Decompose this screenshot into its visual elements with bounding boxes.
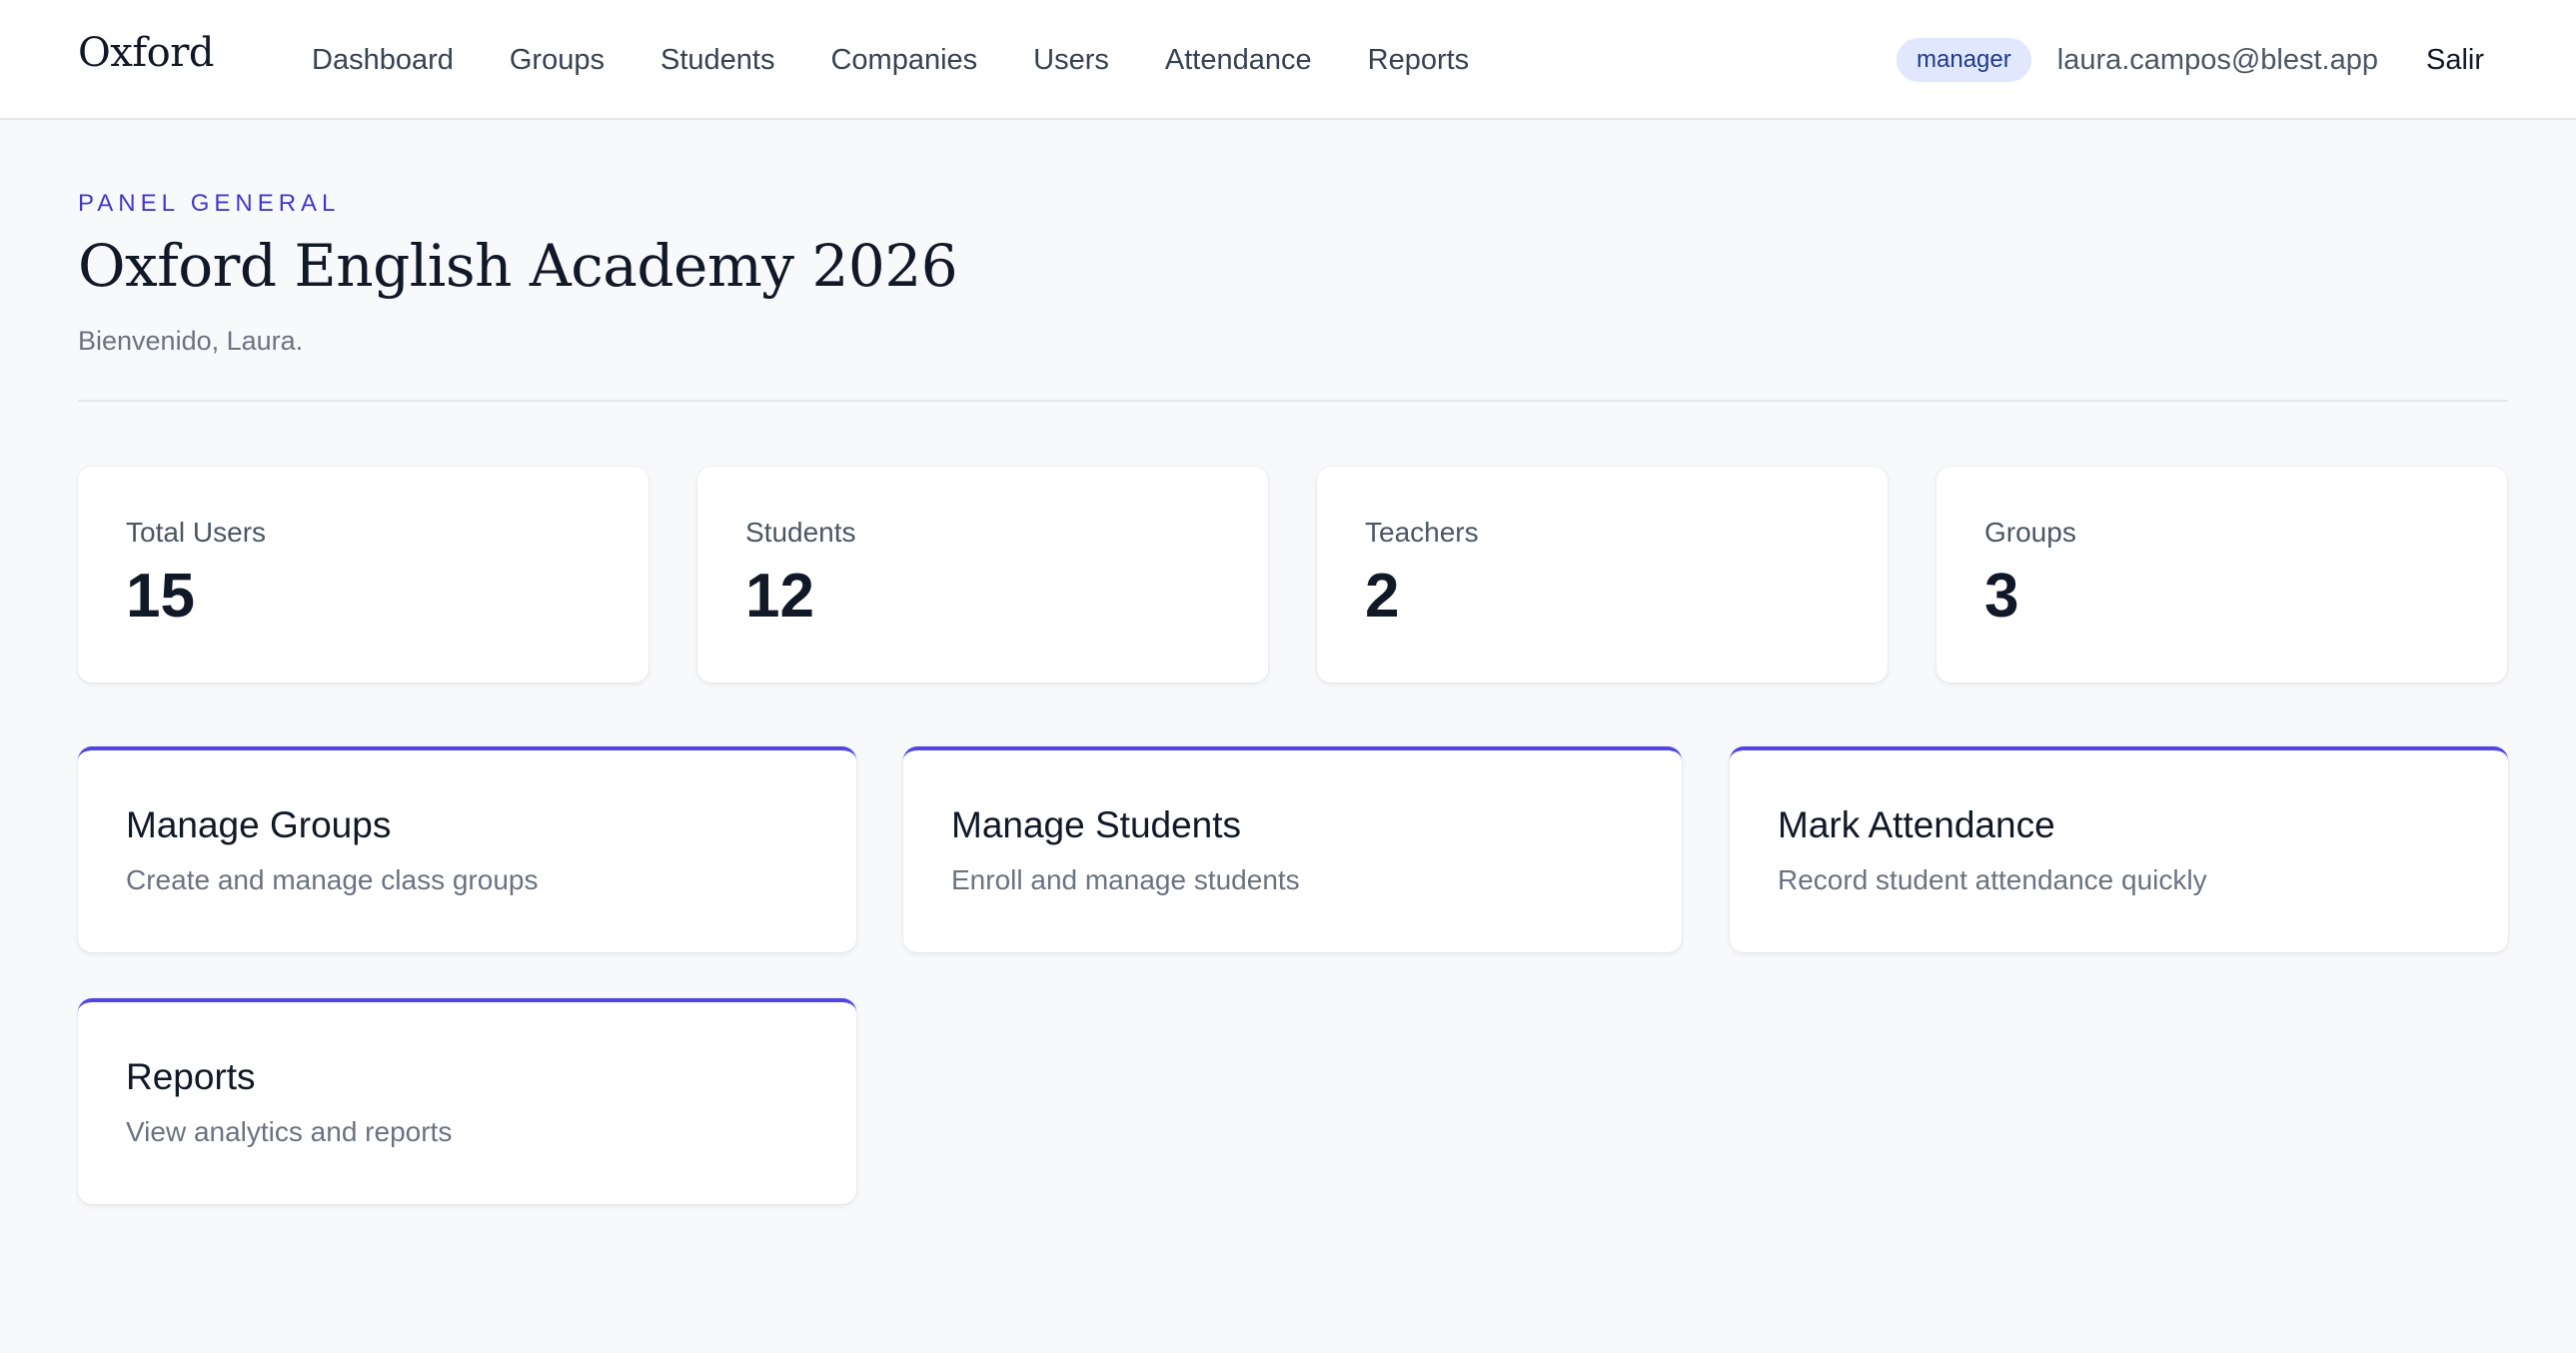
stat-card-teachers: Teachers 2 (1317, 467, 1888, 682)
nav-reports[interactable]: Reports (1368, 44, 1470, 77)
divider (78, 400, 2508, 402)
action-description: Create and manage class groups (126, 864, 539, 895)
nav-attendance[interactable]: Attendance (1165, 44, 1312, 77)
main-nav: Dashboard Groups Students Companies User… (312, 0, 1525, 120)
nav-companies[interactable]: Companies (830, 44, 977, 77)
action-title: Mark Attendance (1778, 804, 2055, 845)
welcome-text: Bienvenido, Laura. (78, 326, 304, 356)
stat-label: Students (745, 517, 856, 548)
brand-logo[interactable]: Oxford (78, 30, 214, 76)
stat-value: 15 (126, 562, 195, 631)
stat-card-students: Students 12 (697, 467, 1268, 682)
action-description: Enroll and manage students (951, 864, 1300, 895)
stat-label: Teachers (1365, 517, 1479, 548)
action-title: Manage Groups (126, 804, 392, 845)
stat-value: 2 (1365, 562, 1400, 631)
stat-card-groups: Groups 3 (1936, 467, 2507, 682)
manage-groups-card[interactable]: Manage Groups Create and manage class gr… (78, 746, 856, 952)
user-area: manager laura.campos@blest.app Salir (1897, 0, 2484, 120)
manage-students-card[interactable]: Manage Students Enroll and manage studen… (903, 746, 1682, 952)
stat-value: 12 (745, 562, 814, 631)
page-title: Oxford English Academy 2026 (78, 232, 958, 300)
nav-groups[interactable]: Groups (510, 44, 605, 77)
page-eyebrow: PANEL GENERAL (78, 190, 341, 217)
nav-users[interactable]: Users (1033, 44, 1109, 77)
user-email: laura.campos@blest.app (2056, 43, 2378, 76)
action-description: View analytics and reports (126, 1116, 453, 1147)
stat-value: 3 (1984, 562, 2019, 631)
mark-attendance-card[interactable]: Mark Attendance Record student attendanc… (1730, 746, 2508, 952)
logout-button[interactable]: Salir (2426, 44, 2484, 77)
action-description: Record student attendance quickly (1778, 864, 2207, 895)
action-title: Reports (126, 1056, 256, 1097)
role-badge: manager (1897, 38, 2031, 82)
nav-dashboard[interactable]: Dashboard (312, 44, 454, 77)
stat-card-total-users: Total Users 15 (78, 467, 648, 682)
top-navbar: Oxford Dashboard Groups Students Compani… (0, 0, 2576, 120)
reports-card[interactable]: Reports View analytics and reports (78, 998, 856, 1204)
action-title: Manage Students (951, 804, 1242, 845)
nav-students[interactable]: Students (660, 44, 774, 77)
stat-label: Groups (1984, 517, 2076, 548)
stat-label: Total Users (126, 517, 267, 548)
